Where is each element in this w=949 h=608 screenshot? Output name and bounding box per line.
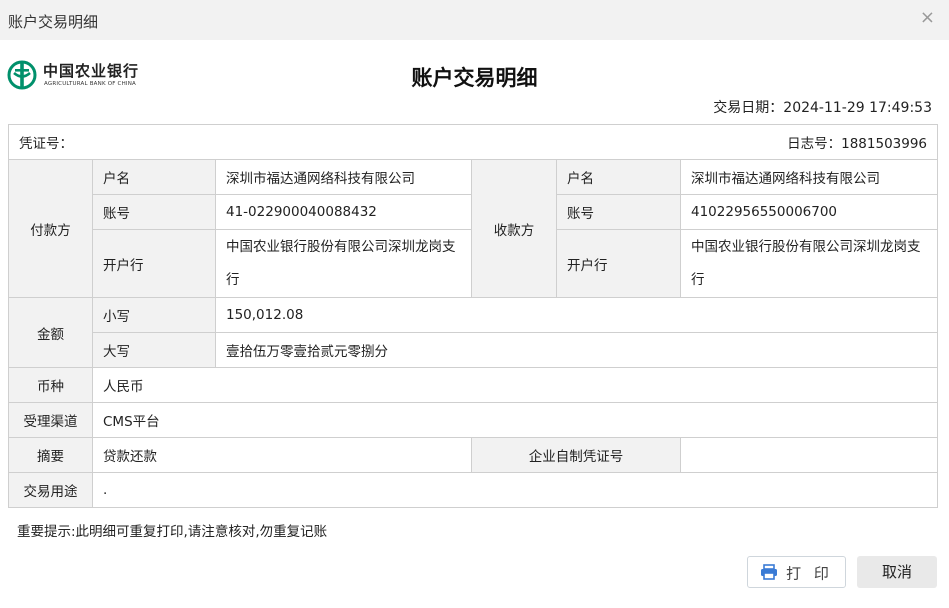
- payee-bank-label: 开户行: [556, 229, 681, 298]
- important-notice: 重要提示:此明细可重复打印,请注意核对,勿重复记账: [17, 524, 328, 540]
- log-label: 日志号：: [787, 136, 842, 152]
- table-row: 摘要 贷款还款 企业自制凭证号: [8, 437, 939, 473]
- payer-name: 深圳市福达通网络科技有限公司: [215, 159, 472, 195]
- purpose-label: 交易用途: [8, 472, 93, 508]
- dialog-title: 账户交易明细: [8, 13, 99, 31]
- payer-name-label: 户名: [92, 159, 216, 195]
- date-value: 2024-11-29 17:49:53: [783, 100, 932, 116]
- summary-value: 贷款还款: [92, 437, 472, 473]
- amount-section-label: 金额: [8, 297, 93, 368]
- payer-bank-line2: 行: [226, 271, 240, 288]
- channel-label: 受理渠道: [8, 402, 93, 438]
- payer-bank: 中国农业银行股份有限公司深圳龙岗支行: [215, 229, 472, 298]
- table-row: 付款方 户名 深圳市福达通网络科技有限公司 收款方 户名 深圳市福达通网络科技有…: [8, 159, 939, 298]
- enterprise-voucher-value: [679, 437, 939, 473]
- payee-name-label: 户名: [556, 159, 681, 195]
- print-button[interactable]: 打 印: [747, 556, 846, 588]
- amount-big: 壹拾伍万零壹拾贰元零捌分: [214, 332, 939, 368]
- amount-small-label: 小写: [92, 297, 216, 333]
- table-row: 大写 壹拾伍万零壹拾贰元零捌分: [9, 332, 939, 368]
- transaction-date: 交易日期：2024-11-29 17:49:53: [713, 97, 932, 117]
- summary-label: 摘要: [8, 437, 93, 473]
- amount-small: 150,012.08: [214, 297, 939, 333]
- payee-account: 41022956550006700: [679, 194, 939, 230]
- table-row: 金额 小写 150,012.08: [8, 297, 939, 368]
- voucher-label: 凭证号：: [19, 136, 73, 152]
- amount-big-label: 大写: [92, 332, 216, 368]
- print-button-label: 打 印: [786, 564, 833, 583]
- payer-section-label: 付款方: [8, 159, 93, 298]
- dialog-titlebar: 账户交易明细 ×: [0, 0, 949, 40]
- voucher-cell: 凭证号： 日志号：1881503996: [7, 124, 939, 160]
- payee-bank: 中国农业银行股份有限公司深圳龙岗支行: [679, 229, 939, 298]
- payee-bank-line1: 中国农业银行股份有限公司深圳龙岗支: [691, 238, 921, 255]
- log-number: 日志号：1881503996: [787, 132, 927, 152]
- table-row: 受理渠道 CMS平台: [8, 402, 939, 438]
- payee-bank-line2: 行: [691, 271, 705, 288]
- table-row: 交易用途 .: [8, 472, 939, 508]
- enterprise-voucher-label: 企业自制凭证号: [471, 437, 681, 473]
- currency-label: 币种: [8, 367, 93, 403]
- voucher-row: 凭证号： 日志号：1881503996: [7, 124, 939, 160]
- transaction-table: 凭证号： 日志号：1881503996 付款方 户名 深圳市福达通网络科技有限公…: [7, 124, 939, 508]
- payee-account-label: 账号: [556, 194, 681, 230]
- payer-account: 41-022900040088432: [215, 194, 472, 230]
- payer-bank-label: 开户行: [92, 229, 216, 298]
- payer-account-label: 账号: [92, 194, 216, 230]
- close-icon[interactable]: ×: [920, 9, 935, 27]
- log-value: 1881503996: [841, 136, 928, 152]
- purpose-value: .: [91, 472, 939, 508]
- payee-section-label: 收款方: [471, 159, 557, 298]
- channel-value: CMS平台: [91, 402, 939, 438]
- table-row: 币种 人民币: [8, 367, 939, 403]
- document-title: 账户交易明细: [411, 66, 538, 90]
- printer-icon: [761, 563, 778, 580]
- payee-name: 深圳市福达通网络科技有限公司: [679, 159, 939, 195]
- date-label: 交易日期：: [713, 100, 784, 116]
- currency-value: 人民币: [91, 367, 939, 403]
- payer-bank-line1: 中国农业银行股份有限公司深圳龙岗支: [226, 238, 456, 255]
- cancel-button[interactable]: 取消: [857, 556, 937, 588]
